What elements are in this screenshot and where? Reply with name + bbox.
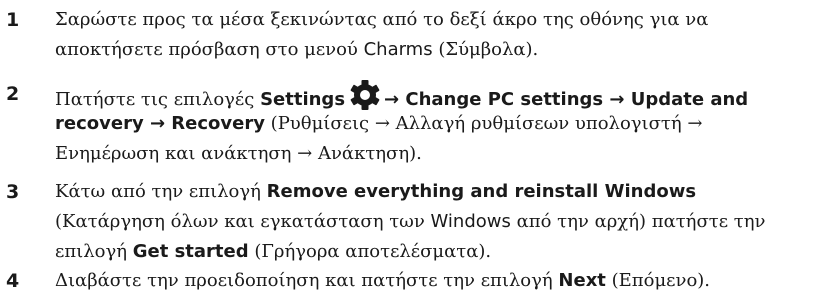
step-line: Πατήστε τις επιλογές Settings → Change PC… [55,79,817,111]
step-line: επιλογή Get started (Γρήγορα αποτελέσματ… [55,237,817,267]
get-started-term: Get started [132,241,249,262]
step-line: Σαρώστε προς τα μέσα ξεκινώντας από το δ… [55,5,817,35]
step-text-part: (Επόμενο). [605,270,711,291]
step-line: Διαβάστε την προειδοποίηση και πατήστε τ… [55,266,817,296]
step-line: αποκτήσετε πρόσβαση στο μενού Charms (Σύ… [55,35,817,65]
step-text: Διαβάστε την προειδοποίηση και πατήστε τ… [55,266,817,296]
gear-icon [349,79,381,111]
charms-term: Charms [363,39,433,60]
step-text-part: Κάτω από την επιλογή [55,181,267,202]
step-number: 1 [6,9,20,31]
step-text: Πατήστε τις επιλογές Settings → Change PC… [55,79,817,169]
step-text-part: Διαβάστε την προειδοποίηση και πατήστε τ… [55,270,559,291]
step-text-part: Σαρώστε προς τα μέσα ξεκινώντας από το δ… [55,9,709,30]
windows-term: Windows [430,211,511,232]
step-text-part: από την αρχή) πατήστε την [510,211,766,232]
step-text-part: Πατήστε τις επιλογές [55,89,261,110]
step-number: 2 [6,83,20,105]
settings-path: → Change PC settings → Update and [384,89,749,110]
step-text: Σαρώστε προς τα μέσα ξεκινώντας από το δ… [55,5,817,65]
step-text-part: αποκτήσετε πρόσβαση στο μενού [55,39,364,60]
recovery-path: recovery → Recovery [55,113,265,134]
step-text-part: Ενημέρωση και ανάκτηση → Ανάκτηση). [55,143,422,164]
remove-everything-term: Remove everything and reinstall Windows [266,181,697,202]
step-text-part: (Γρήγορα αποτελέσματα). [248,241,492,262]
step-text-part: (Σύμβολα). [432,39,539,60]
step-line: recovery → Recovery (Ρυθμίσεις → Αλλαγή … [55,109,817,139]
step-text-part: (Κατάργηση όλων και εγκατάσταση των [55,211,431,232]
step-number: 3 [6,181,20,203]
step-number: 4 [6,270,20,292]
step-line: (Κατάργηση όλων και εγκατάσταση των Wind… [55,207,817,237]
next-term: Next [558,270,606,291]
step-line: Κάτω από την επιλογή Remove everything a… [55,177,817,207]
step-line: Ενημέρωση και ανάκτηση → Ανάκτηση). [55,139,817,169]
step-text-part: επιλογή [55,241,133,262]
settings-term: Settings [260,89,346,110]
step-text-part: (Ρυθμίσεις → Αλλαγή ρυθμίσεων υπολογιστή… [264,113,703,134]
step-text: Κάτω από την επιλογή Remove everything a… [55,177,817,267]
